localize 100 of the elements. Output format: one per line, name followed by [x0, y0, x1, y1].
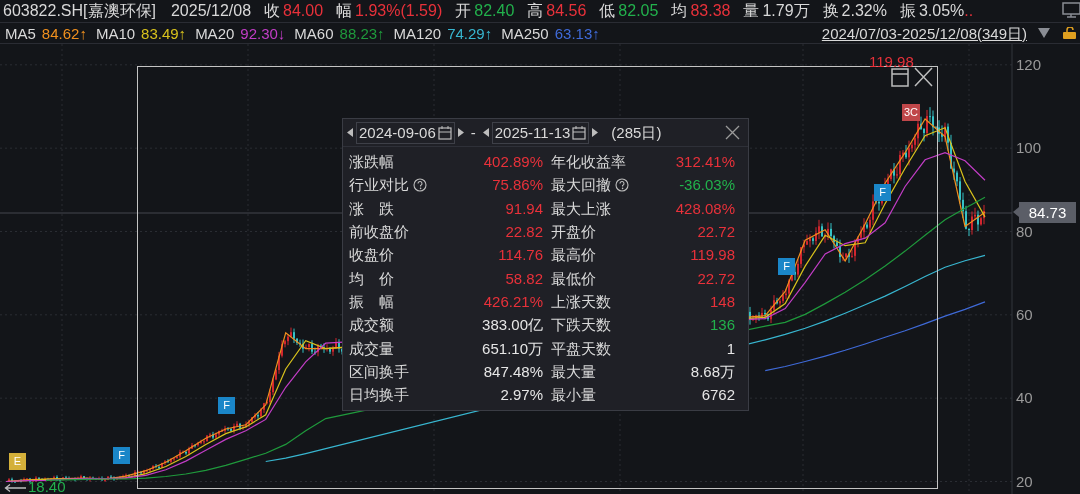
price-axis-label: 120: [1016, 55, 1042, 73]
lock-icon[interactable]: [1063, 27, 1076, 39]
ma-value: 84.62↑: [41, 25, 87, 41]
stat-label: 最大量: [551, 363, 596, 379]
event-marker: E: [9, 453, 26, 470]
price-axis-label: 80: [1016, 222, 1033, 240]
event-marker: 3C: [902, 104, 921, 121]
date-field[interactable]: 2024-09-06: [356, 121, 455, 144]
ma-label: MA250: [501, 25, 549, 41]
stat-value: 58.82: [505, 270, 543, 286]
ma-value: 88.23↑: [339, 25, 385, 41]
previous-arrow-icon[interactable]: [482, 128, 489, 137]
stat-value: 426.21%: [483, 293, 543, 309]
high-price-label: 119.98: [869, 54, 914, 69]
stat-value: 1: [726, 340, 735, 356]
stat-label: 上涨天数: [551, 293, 611, 309]
calendar-icon: [572, 125, 587, 140]
close-icon[interactable]: [725, 125, 740, 140]
stat-value: 428.08%: [675, 200, 735, 216]
stat-value: 312.41%: [675, 154, 735, 170]
close-icon[interactable]: [914, 67, 933, 87]
stat-value: 22.72: [697, 224, 735, 240]
stat-label: 均 价: [349, 270, 394, 286]
stat-value: 22.82: [505, 224, 543, 240]
price-axis-label: 40: [1016, 389, 1033, 407]
date-range-link[interactable]: 2024/07/03-2025/12/08(349日): [821, 25, 1027, 41]
stat-value: 148: [709, 293, 735, 309]
stat-label: 最低价: [551, 270, 596, 286]
previous-arrow-icon[interactable]: [347, 128, 353, 137]
window-icon[interactable]: [891, 68, 909, 87]
dropdown-triangle-icon[interactable]: [1038, 28, 1050, 38]
date-field[interactable]: 2025-11-13: [491, 121, 590, 144]
ma-label: MA60: [294, 25, 334, 41]
stat-label: 涨跌幅: [349, 154, 394, 170]
quote-value: 3.05%: [918, 3, 965, 19]
stat-label: 开盘价: [551, 224, 596, 240]
quote-label: 低: [599, 3, 616, 19]
price-axis-label: 100: [1016, 139, 1042, 157]
stat-label: 年化收益率: [551, 154, 626, 170]
quote-value: 1.93%(1.59): [355, 3, 443, 19]
stat-label: 最高价: [551, 247, 596, 263]
day-count: (285日): [611, 125, 662, 140]
ma-label: MA5: [5, 25, 36, 41]
quote-value: 84.56: [546, 3, 587, 19]
arrow-left-icon: [4, 484, 26, 492]
ma-label: MA120: [393, 25, 442, 41]
stat-label: 最小量: [551, 387, 596, 403]
event-marker: F: [874, 184, 891, 201]
stat-value: 8.68万: [690, 363, 735, 379]
quote-value: 82.40: [474, 3, 515, 19]
stat-value: -36.03%: [679, 177, 735, 193]
price-axis-label: 20: [1016, 472, 1033, 490]
quote-label: 幅: [336, 3, 353, 19]
last-price-tag: 84.73: [1019, 202, 1076, 223]
stat-value: 402.89%: [483, 154, 543, 170]
stat-value: 847.48%: [483, 363, 543, 379]
help-icon[interactable]: [413, 177, 427, 192]
event-marker: F: [778, 258, 795, 275]
next-arrow-icon[interactable]: [457, 128, 464, 137]
stat-value: 22.72: [697, 270, 735, 286]
overflow-dots: ..: [964, 3, 974, 19]
quote-label: 换: [822, 3, 839, 19]
monitor-icon: [1062, 2, 1080, 18]
event-marker: F: [218, 397, 235, 414]
stat-label: 日均换手: [349, 387, 409, 403]
stat-label: 成交量: [349, 340, 394, 356]
stat-value: 119.98: [690, 247, 735, 263]
price-axis-label: 60: [1016, 305, 1033, 323]
ma-label: MA10: [95, 25, 136, 41]
stock-name: 603822.SH[嘉澳环保]: [3, 3, 156, 19]
quote-value: 1.79万: [762, 3, 810, 19]
quote-label: 高: [527, 3, 544, 19]
quote-value: 82.05: [618, 3, 659, 19]
stat-value: 91.94: [505, 200, 543, 216]
stat-label: 涨 跌: [349, 200, 394, 216]
stat-label: 振 幅: [349, 293, 394, 309]
ma-label: MA20: [195, 25, 235, 41]
stat-label: 下跌天数: [551, 317, 611, 333]
ma-value: 63.13↑: [554, 25, 600, 41]
calendar-icon: [437, 125, 452, 140]
quote-label: 均: [671, 3, 688, 19]
stat-label: 最大回撤: [551, 177, 611, 193]
quote-value: 84.00: [283, 3, 324, 19]
low-price-label: 18.40: [28, 479, 66, 494]
quote-value: 83.38: [690, 3, 731, 19]
stat-label: 收盘价: [349, 247, 394, 263]
stat-value: 75.86%: [492, 177, 543, 193]
stat-value: 651.10万: [482, 340, 543, 356]
help-icon[interactable]: [615, 177, 629, 192]
next-arrow-icon[interactable]: [592, 128, 599, 137]
quote-value: 2.32%: [841, 3, 887, 19]
event-marker: F: [113, 447, 130, 464]
ma-value: 92.30↓: [240, 25, 286, 41]
stat-label: 成交额: [349, 317, 394, 333]
stat-value: 2.97%: [500, 387, 543, 403]
quote-label: 开: [455, 3, 472, 19]
quote-label: 振: [899, 3, 916, 19]
stat-label: 区间换手: [349, 363, 409, 379]
stat-label: 最大上涨: [551, 200, 611, 216]
range-separator: -: [470, 125, 476, 140]
